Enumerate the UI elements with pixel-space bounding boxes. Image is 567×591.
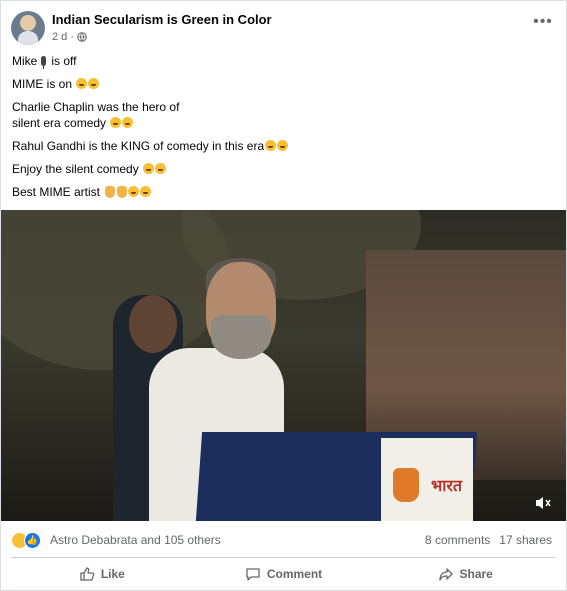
laughing-emoji-icon — [76, 78, 88, 89]
mute-icon[interactable] — [534, 495, 552, 511]
text-line: Best MIME artist — [12, 184, 552, 200]
microphone-icon — [41, 56, 47, 69]
comments-count[interactable]: 8 comments — [425, 533, 490, 547]
video-speaker-beard — [211, 315, 271, 359]
page-avatar[interactable] — [11, 11, 45, 45]
reaction-names[interactable]: Astro Debabrata and 105 others — [50, 533, 221, 547]
text-line: MIME is on — [12, 76, 552, 92]
share-button[interactable]: Share — [374, 559, 556, 589]
post-time[interactable]: 2 d · — [52, 31, 74, 43]
laughing-emoji-icon — [122, 117, 134, 128]
divider — [11, 557, 556, 558]
text-line: Rahul Gandhi is the KING of comedy in th… — [12, 138, 552, 154]
ok-hand-emoji-icon — [117, 186, 128, 198]
reaction-icons[interactable]: 👍 — [11, 532, 45, 549]
post-header: Indian Secularism is Green in Color 2 d … — [11, 11, 556, 47]
laughing-emoji-icon — [277, 140, 289, 151]
post-card: Indian Secularism is Green in Color 2 d … — [0, 0, 567, 591]
laughing-emoji-icon — [140, 186, 152, 197]
like-reaction-icon: 👍 — [24, 532, 41, 549]
podium-sign-text: भारत — [431, 478, 463, 495]
text-line: Enjoy the silent comedy — [12, 161, 552, 177]
laughing-emoji-icon — [155, 163, 167, 174]
laughing-emoji-icon — [265, 140, 277, 151]
like-label: Like — [100, 567, 125, 581]
shares-count[interactable]: 17 shares — [499, 533, 552, 547]
comment-label: Comment — [266, 567, 323, 581]
post-meta: 2 d · — [52, 31, 87, 43]
share-label: Share — [459, 567, 493, 581]
comment-icon — [246, 568, 260, 581]
like-icon — [80, 567, 95, 581]
post-video[interactable]: भारत — [1, 210, 566, 521]
ok-hand-emoji-icon — [105, 186, 116, 198]
like-button[interactable]: Like — [11, 559, 193, 589]
post-text: Mike is off MIME is on Charlie Chaplin wa… — [12, 53, 552, 207]
post-actions: Like Comment Share — [11, 559, 556, 589]
engagement-counts: 8 comments 17 shares — [425, 533, 552, 547]
laughing-emoji-icon — [88, 78, 100, 89]
text-line: Mike is off — [12, 54, 77, 69]
text-line: Charlie Chaplin was the hero of silent er… — [12, 100, 180, 130]
globe-icon — [77, 32, 87, 42]
laughing-emoji-icon — [110, 117, 122, 128]
comment-button[interactable]: Comment — [193, 559, 375, 589]
more-options-icon[interactable]: ••• — [530, 14, 556, 35]
share-icon — [438, 568, 453, 581]
page-name[interactable]: Indian Secularism is Green in Color — [52, 12, 272, 27]
video-person-head — [129, 295, 177, 353]
laughing-emoji-icon — [128, 186, 140, 197]
laughing-emoji-icon — [143, 163, 155, 174]
hand-symbol-icon — [393, 468, 419, 502]
reactions-bar: 👍 Astro Debabrata and 105 others 8 comme… — [11, 531, 552, 549]
